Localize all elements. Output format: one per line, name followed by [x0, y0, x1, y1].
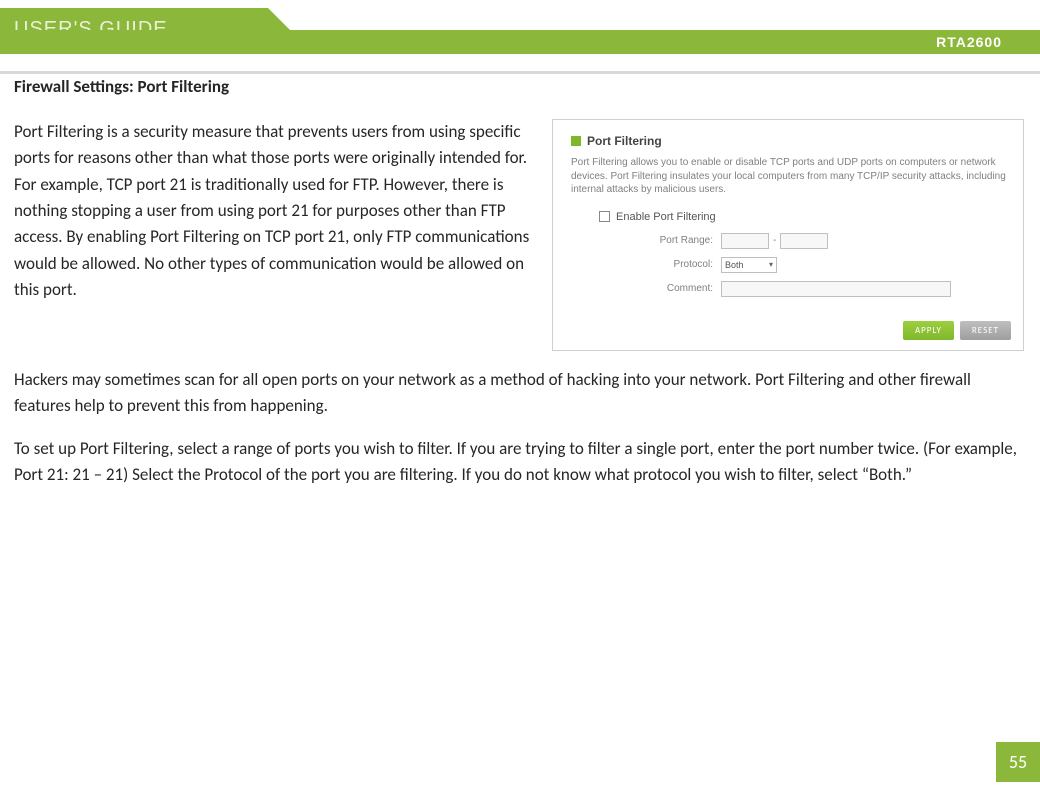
screenshot-title: Port Filtering	[587, 134, 662, 148]
setup-paragraph: To set up Port Filtering, select a range…	[14, 436, 1024, 489]
page-content: Firewall Settings: Port Filtering Port F…	[0, 54, 1040, 488]
hackers-paragraph: Hackers may sometimes scan for all open …	[14, 367, 1024, 420]
reset-button[interactable]: RESET	[960, 321, 1011, 340]
port-range-end-input[interactable]	[780, 233, 828, 249]
port-range-label: Port Range:	[571, 235, 721, 246]
page-number: 55	[996, 742, 1040, 782]
header-main-bar: RTA2600	[0, 30, 1040, 54]
intro-paragraph: Port Filtering is a security measure tha…	[14, 119, 534, 303]
comment-label: Comment:	[571, 283, 721, 294]
screenshot-title-row: Port Filtering	[571, 134, 1011, 148]
chevron-down-icon: ▾	[769, 260, 773, 269]
model-label: RTA2600	[936, 34, 1002, 50]
comment-input[interactable]	[721, 281, 951, 297]
screenshot-description: Port Filtering allows you to enable or d…	[571, 156, 1011, 197]
port-range-dash: -	[773, 235, 776, 246]
protocol-label: Protocol:	[571, 259, 721, 270]
header-divider	[0, 71, 1040, 74]
apply-button[interactable]: APPLY	[903, 321, 954, 340]
enable-port-filtering-checkbox[interactable]	[599, 211, 610, 222]
intro-column: Port Filtering is a security measure tha…	[14, 119, 534, 351]
section-title: Firewall Settings: Port Filtering	[14, 76, 1024, 97]
protocol-select[interactable]: Both ▾	[721, 257, 777, 273]
enable-port-filtering-row: Enable Port Filtering	[599, 211, 1011, 223]
enable-port-filtering-label: Enable Port Filtering	[616, 211, 716, 223]
header: USER'S GUIDE RTA2600	[0, 8, 1040, 54]
port-range-start-input[interactable]	[721, 233, 769, 249]
port-filtering-icon	[571, 136, 581, 146]
protocol-select-value: Both	[725, 260, 744, 270]
port-filtering-screenshot: Port Filtering Port Filtering allows you…	[552, 119, 1024, 351]
